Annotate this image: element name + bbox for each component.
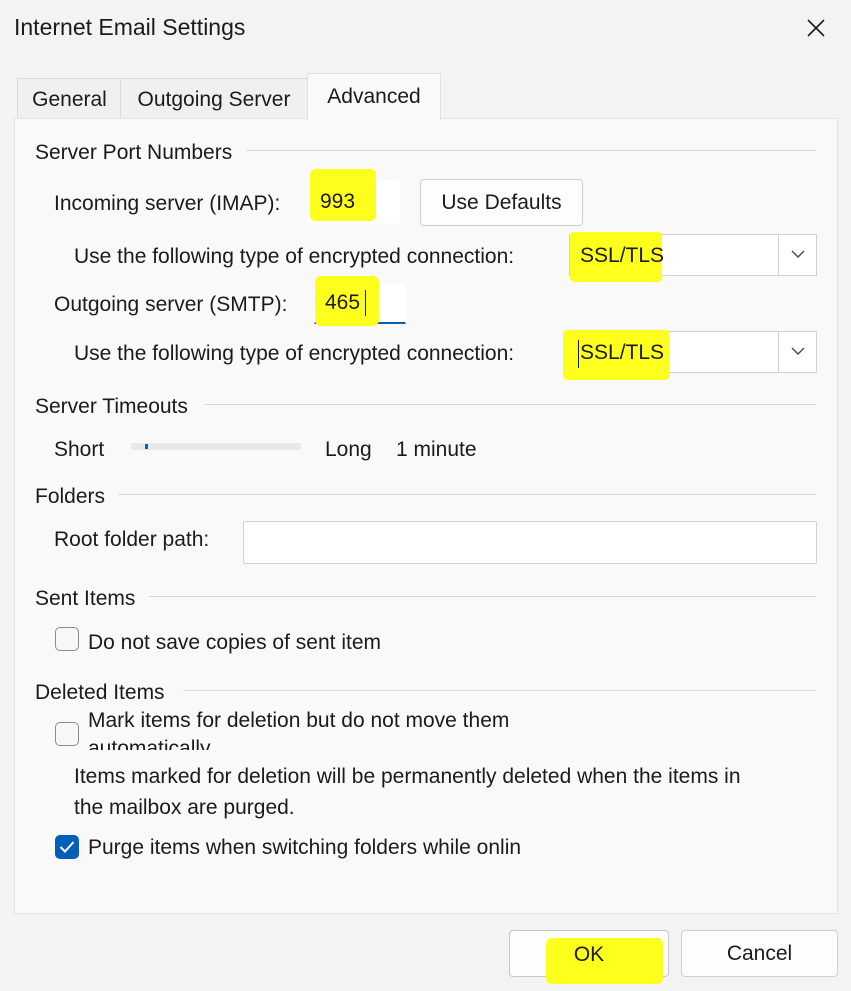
use-defaults-button[interactable]: Use Defaults	[420, 179, 583, 226]
deletion-note-line1: Items marked for deletion will be perman…	[74, 765, 741, 788]
dropdown-toggle[interactable]	[778, 332, 816, 372]
tab-advanced[interactable]: Advanced	[307, 73, 441, 120]
text-cursor	[365, 290, 366, 316]
deletion-note-line2: the mailbox are purged.	[74, 796, 295, 819]
dialog-title: Internet Email Settings	[14, 14, 246, 40]
purge-items-checkbox[interactable]	[55, 835, 79, 859]
chevron-down-icon	[791, 250, 805, 258]
incoming-server-label: Incoming server (IMAP):	[54, 192, 281, 215]
timeout-value: 1 minute	[396, 438, 477, 461]
ok-button-label: OK	[573, 943, 605, 966]
close-button[interactable]	[790, 8, 842, 48]
root-folder-label: Root folder path:	[54, 528, 210, 551]
timeout-slider-thumb[interactable]	[145, 444, 148, 449]
incoming-port-value: 993	[320, 190, 356, 213]
outgoing-encryption-value: SSL/TLS	[580, 341, 665, 364]
ok-button[interactable]: OK	[509, 930, 669, 984]
mark-for-deletion-label: Mark items for deletion but do not move …	[88, 710, 568, 750]
group-divider	[183, 690, 816, 691]
mark-for-deletion-line2: automatically	[88, 737, 211, 750]
folders-heading: Folders	[35, 485, 106, 508]
incoming-encryption-value: SSL/TLS	[580, 244, 665, 267]
tab-general[interactable]: General	[17, 78, 122, 119]
group-divider	[204, 404, 816, 405]
timeout-slider[interactable]	[131, 443, 301, 450]
outgoing-encryption-label: Use the following type of encrypted conn…	[74, 342, 515, 365]
dropdown-toggle[interactable]	[778, 235, 816, 275]
mark-for-deletion-line1: Mark items for deletion but do not move …	[88, 710, 510, 732]
text-cursor	[578, 340, 579, 368]
incoming-encryption-select[interactable]: SSL/TLS	[569, 232, 817, 282]
incoming-encryption-label: Use the following type of encrypted conn…	[74, 245, 515, 268]
deleted-items-heading: Deleted Items	[35, 681, 165, 704]
chevron-down-icon	[791, 347, 805, 355]
outgoing-port-input[interactable]: 465	[314, 276, 406, 326]
cancel-button[interactable]: Cancel	[681, 930, 838, 977]
close-icon	[807, 19, 825, 37]
group-divider	[149, 596, 816, 597]
incoming-port-input[interactable]: 993	[307, 169, 400, 224]
checkmark-icon	[59, 841, 75, 853]
outgoing-port-value: 465	[325, 291, 361, 314]
server-timeouts-heading: Server Timeouts	[35, 395, 188, 418]
outgoing-encryption-select[interactable]: SSL/TLS	[563, 330, 817, 380]
timeout-long-label: Long	[325, 438, 372, 461]
tab-outgoing-server[interactable]: Outgoing Server	[120, 78, 308, 119]
do-not-save-sent-label: Do not save copies of sent item	[88, 631, 381, 654]
root-folder-input[interactable]	[243, 521, 817, 564]
outgoing-server-label: Outgoing server (SMTP):	[54, 293, 288, 316]
server-port-numbers-heading: Server Port Numbers	[35, 141, 233, 164]
group-divider	[246, 150, 816, 151]
timeout-short-label: Short	[54, 438, 105, 461]
do-not-save-sent-checkbox[interactable]	[55, 627, 79, 651]
sent-items-heading: Sent Items	[35, 587, 136, 610]
mark-for-deletion-checkbox[interactable]	[55, 722, 79, 746]
group-divider	[118, 494, 816, 495]
purge-items-label: Purge items when switching folders while…	[88, 836, 522, 859]
